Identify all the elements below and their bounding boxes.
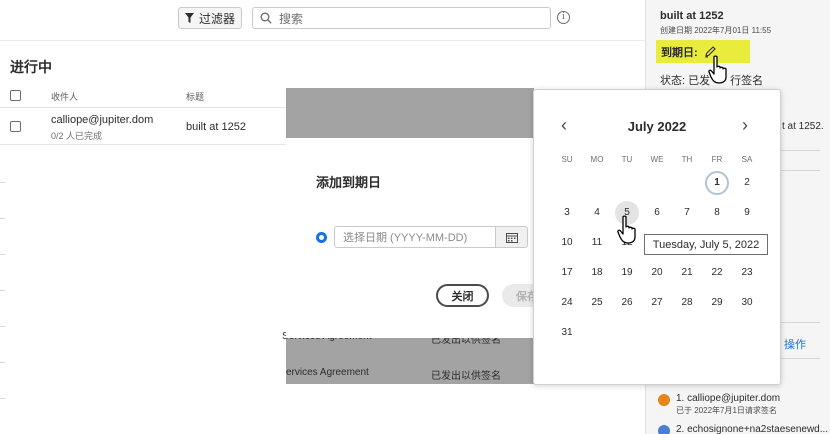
calendar-day[interactable]: 19 <box>615 261 639 285</box>
calendar-day[interactable]: 9 <box>735 201 759 225</box>
search-input[interactable]: 搜索 <box>252 7 551 29</box>
calendar-day[interactable]: 26 <box>615 291 639 315</box>
hand-cursor-icon <box>617 215 636 244</box>
magnifier-icon <box>260 12 272 24</box>
calendar-icon <box>505 232 518 243</box>
calendar-day[interactable]: 4 <box>585 201 609 225</box>
info-icon[interactable]: i <box>557 11 570 24</box>
row-divider <box>0 182 5 183</box>
calendar-day[interactable]: 6 <box>645 201 669 225</box>
date-tooltip: Tuesday, July 5, 2022 <box>644 234 768 255</box>
calendar-day[interactable]: 20 <box>645 261 669 285</box>
calendar-day[interactable]: 3 <box>555 201 579 225</box>
weekday-label: SA <box>741 155 753 164</box>
panel-created-date: 创建日期 2022年7月01日 11:55 <box>660 26 772 35</box>
signer-avatar <box>658 394 670 406</box>
weekday-label: MO <box>590 155 604 164</box>
calendar-day[interactable]: 29 <box>705 291 729 315</box>
calendar-day[interactable]: 28 <box>675 291 699 315</box>
date-input[interactable]: 选择日期 (YYYY-MM-DD) <box>334 226 496 248</box>
due-date-label: 到期日: <box>661 46 698 59</box>
row-divider <box>0 254 5 255</box>
date-radio[interactable] <box>316 232 327 243</box>
calendar-month-label: July 2022 <box>627 119 687 134</box>
row-progress: 0/2 人已完成 <box>51 131 103 141</box>
signer-avatar <box>658 425 670 434</box>
dimmed-row-status: 已发出以供签名 <box>431 371 501 382</box>
row-checkbox[interactable] <box>10 121 21 132</box>
signer-item: 1. calliope@jupiter.dom 已于 2022年7月1日请求签名 <box>658 393 780 416</box>
signer-item: 2. echosignone+na2staesenewd... <box>658 424 828 434</box>
search-placeholder: 搜索 <box>279 11 304 26</box>
dialog-title: 添加到期日 <box>316 175 382 190</box>
calendar-day[interactable]: 31 <box>555 321 579 345</box>
status-text: 状态: 已发 <box>660 75 711 87</box>
weekday-label: SU <box>561 155 573 164</box>
column-header-recipient: 收件人 <box>51 92 79 102</box>
column-header-title: 标题 <box>186 92 205 102</box>
close-button[interactable]: 关闭 <box>436 284 489 307</box>
modal-overlay <box>286 88 534 138</box>
section-title: 进行中 <box>10 59 52 75</box>
row-divider <box>0 290 5 291</box>
row-recipient[interactable]: calliope@jupiter.dom <box>51 114 153 126</box>
calendar-day[interactable]: 1 <box>705 171 729 195</box>
panel-peek-title: t at 1252. <box>782 121 824 132</box>
filter-button[interactable]: 过滤器 <box>178 7 242 29</box>
calendar-day[interactable]: 30 <box>735 291 759 315</box>
toolbar-divider <box>0 40 645 41</box>
calendar-day[interactable]: 17 <box>555 261 579 285</box>
calendar-day[interactable]: 23 <box>735 261 759 285</box>
calendar-button[interactable] <box>495 226 528 248</box>
calendar-day[interactable]: 27 <box>645 291 669 315</box>
calendar-day[interactable]: 25 <box>585 291 609 315</box>
status-text-tail: 行签名 <box>730 75 764 87</box>
hand-cursor-icon <box>708 55 727 84</box>
calendar-day[interactable]: 24 <box>555 291 579 315</box>
calendar-day[interactable]: 10 <box>555 231 579 255</box>
calendar-day[interactable]: 11 <box>585 231 609 255</box>
signer-name: 1. calliope@jupiter.dom <box>676 393 781 404</box>
calendar-day[interactable]: 18 <box>585 261 609 285</box>
weekday-label: FR <box>711 155 723 164</box>
date-input-placeholder: 选择日期 (YYYY-MM-DD) <box>343 232 468 244</box>
panel-actions-link[interactable]: 操作 <box>784 336 806 352</box>
calendar-day[interactable]: 21 <box>675 261 699 285</box>
weekday-label: TU <box>621 155 633 164</box>
calendar-day[interactable]: 22 <box>705 261 729 285</box>
row-divider <box>0 326 5 327</box>
weekday-label: TH <box>681 155 693 164</box>
row-divider <box>0 144 286 145</box>
calendar-day[interactable]: 7 <box>675 201 699 225</box>
signer-name: 2. echosignone+na2staesenewd... <box>676 424 829 434</box>
header-divider <box>0 107 286 108</box>
panel-title: built at 1252 <box>660 10 724 22</box>
row-divider <box>0 362 5 363</box>
calendar-day[interactable]: 2 <box>735 171 759 195</box>
row-divider <box>0 218 5 219</box>
row-title[interactable]: built at 1252 <box>186 121 246 133</box>
due-date-field[interactable]: 到期日: <box>656 40 750 63</box>
calendar-day[interactable]: 8 <box>705 201 729 225</box>
funnel-icon <box>184 13 194 23</box>
row-divider <box>0 398 5 399</box>
select-all-checkbox[interactable] <box>10 90 21 101</box>
weekday-label: WE <box>650 155 664 164</box>
dimmed-row-title: ervices Agreement <box>286 367 369 378</box>
filter-label: 过滤器 <box>198 11 235 26</box>
signer-status: 已于 2022年7月1日请求签名 <box>676 406 777 415</box>
